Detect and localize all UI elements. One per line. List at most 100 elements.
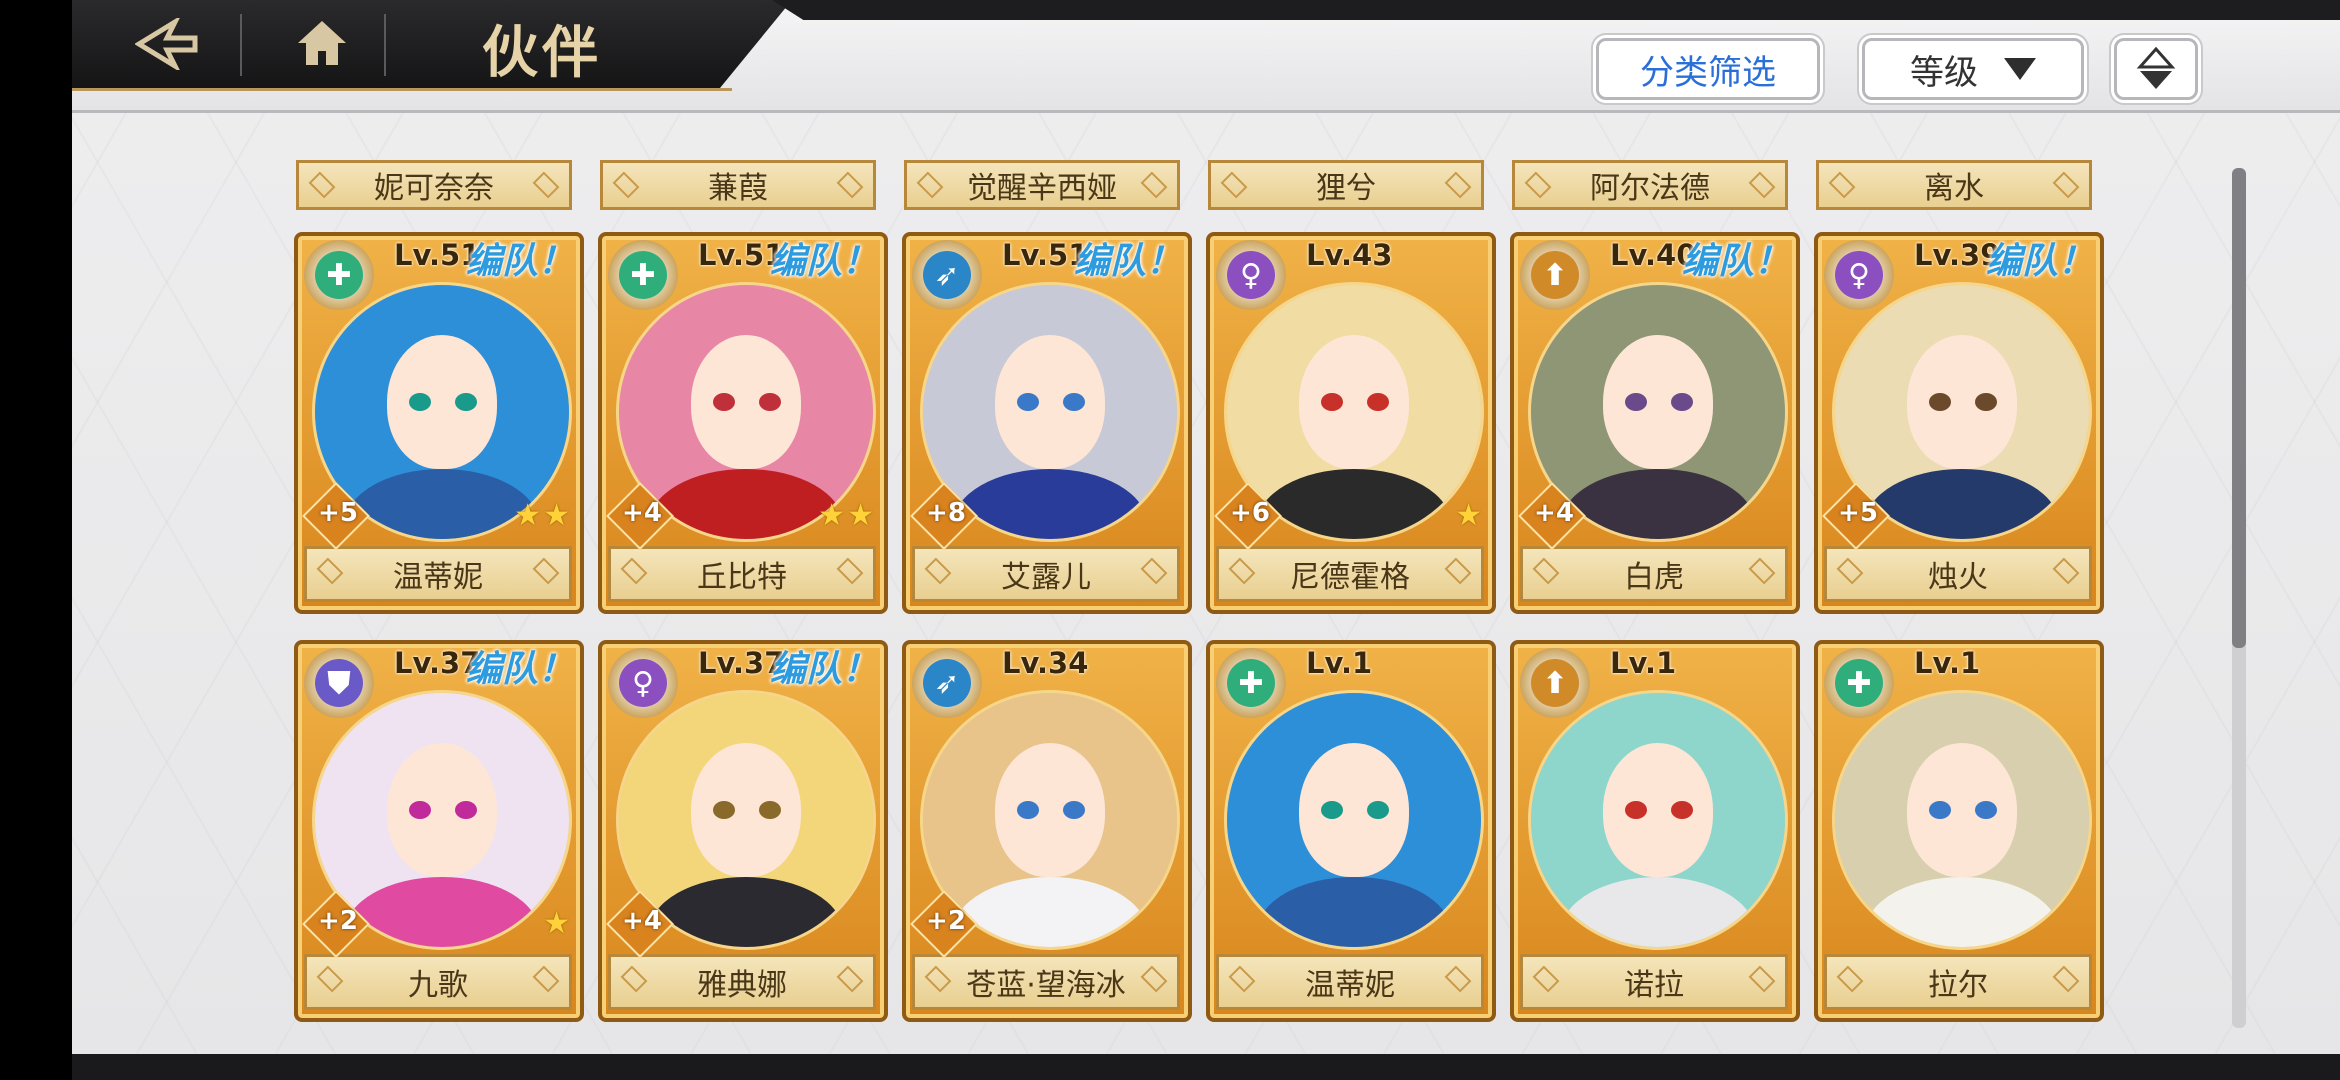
level-label: Lv.1 [1914,646,1981,680]
face [387,743,497,877]
back-button[interactable] [122,14,212,74]
partner-card[interactable]: ➶ Lv.34 +2 苍蓝·望海冰 [902,640,1192,1022]
eye [1063,801,1085,819]
class-badge: ➶ [912,240,982,310]
partner-name: 烛火 [1824,546,2092,602]
eye [1671,801,1693,819]
name-plate[interactable]: 阿尔法德 [1512,160,1788,210]
enhance-level: +5 [1838,498,1878,528]
bow-icon: ➶ [923,251,971,299]
name-plate[interactable]: 狸兮 [1208,160,1484,210]
eye [1929,393,1951,411]
face [1907,743,2017,877]
class-badge: ✚ [608,240,678,310]
class-badge: ✚ [304,240,374,310]
class-badge: ✚ [1216,648,1286,718]
bow-icon: ➶ [923,659,971,707]
back-arrow-icon [135,18,198,70]
class-badge: ♀ [608,648,678,718]
class-badge: ➶ [912,648,982,718]
name-plate[interactable]: 觉醒辛西娅 [904,160,1180,210]
name-plate[interactable]: 妮可奈奈 [296,160,572,210]
top-bar: 伙伴 分类筛选 等级 [72,0,2340,113]
star-icon: ★ [514,498,542,533]
star-icon: ★ [543,498,570,533]
partner-name: 苍蓝·望海冰 [912,954,1180,1010]
cross-icon: ✚ [1835,659,1883,707]
partner-name: 九歌 [304,954,572,1010]
enhance-level: +2 [318,906,358,936]
partner-card[interactable]: ♀ Lv.39 编队！ +5 烛火 [1814,232,2104,614]
class-badge: ♀ [1216,240,1286,310]
star-rating: ★ ★ [514,498,570,533]
eye [455,801,477,819]
team-tag: 编队！ [1986,241,2095,282]
venus-icon: ♀ [619,659,667,707]
face [691,743,801,877]
filter-button[interactable]: 分类筛选 [1596,38,1820,100]
level-label: Lv.43 [1306,238,1393,272]
partner-card[interactable]: ⛊ Lv.37 编队！ +2 ★ 九歌 [294,640,584,1022]
eye [759,801,781,819]
partner-screen: 伙伴 分类筛选 等级 妮可奈奈 蒹葭 觉醒辛西娅 狸兮 阿尔法德 离水 ✚ Lv.… [72,0,2340,1080]
partner-name: 尼德霍格 [1216,546,1484,602]
partner-card[interactable]: ✚ Lv.1 温蒂妮 [1206,640,1496,1022]
team-tag: 编队！ [1074,241,1183,282]
partner-name: 艾露儿 [912,546,1180,602]
venus-icon: ♀ [1227,251,1275,299]
page-title: 伙伴 [482,20,602,86]
partner-card[interactable]: ✚ Lv.1 拉尔 [1814,640,2104,1022]
previous-row-names: 妮可奈奈 蒹葭 觉醒辛西娅 狸兮 阿尔法德 离水 [72,160,2340,210]
eye [1063,393,1085,411]
partner-card[interactable]: ♀ Lv.37 编队！ +4 雅典娜 [598,640,888,1022]
sort-order-toggle[interactable] [2114,38,2198,100]
name-plate[interactable]: 离水 [1816,160,2092,210]
partner-card[interactable]: ⬆ Lv.1 诺拉 [1510,640,1800,1022]
divider [240,14,242,76]
level-label: Lv.1 [1610,646,1677,680]
sort-dropdown[interactable]: 等级 [1862,38,2084,100]
star-icon: ★ [847,498,874,533]
eye [1625,801,1647,819]
face [995,335,1105,469]
scrollbar-thumb[interactable] [2232,168,2246,648]
venus-icon: ♀ [1835,251,1883,299]
home-button[interactable] [272,12,372,74]
team-tag: 编队！ [466,241,575,282]
eye [713,393,735,411]
star-icon: ★ [543,906,570,941]
partner-name: 拉尔 [1824,954,2092,1010]
name-plate[interactable]: 蒹葭 [600,160,876,210]
partner-card[interactable]: ⬆ Lv.40 编队！ +4 白虎 [1510,232,1800,614]
eye [1367,393,1389,411]
face [1603,743,1713,877]
partner-card[interactable]: ➶ Lv.51 编队！ +8 艾露儿 [902,232,1192,614]
face [1907,335,2017,469]
star-rating: ★ [1455,498,1482,533]
portrait [1224,690,1484,950]
divider [384,14,386,76]
face [1603,335,1713,469]
partner-name: 丘比特 [608,546,876,602]
level-label: Lv.1 [1306,646,1373,680]
eye [409,801,431,819]
team-tag: 编队！ [770,241,879,282]
portrait [1832,690,2092,950]
home-icon [298,21,346,65]
level-label: Lv.34 [1002,646,1089,680]
star-rating: ★ [543,906,570,941]
class-badge: ⬆ [1520,240,1590,310]
eye [713,801,735,819]
partner-name: 温蒂妮 [1216,954,1484,1010]
class-badge: ♀ [1824,240,1894,310]
partner-name: 温蒂妮 [304,546,572,602]
partner-card[interactable]: ✚ Lv.51 编队！ +5 ★ ★ 温蒂妮 [294,232,584,614]
eye [1321,393,1343,411]
sword-icon: ⬆ [1531,251,1579,299]
partner-card[interactable]: ♀ Lv.43 +6 ★ 尼德霍格 [1206,232,1496,614]
partner-name: 雅典娜 [608,954,876,1010]
partner-name: 白虎 [1520,546,1788,602]
partner-card[interactable]: ✚ Lv.51 编队！ +4 ★ ★ 丘比特 [598,232,888,614]
filter-label: 分类筛选 [1640,52,1776,93]
eye [759,393,781,411]
